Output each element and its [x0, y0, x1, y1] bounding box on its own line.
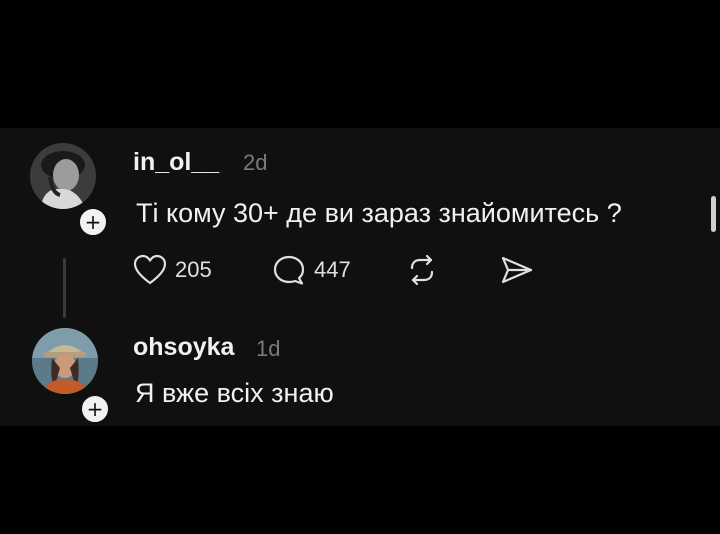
post-timestamp: 2d — [243, 150, 268, 175]
edge-icon-fragment — [711, 196, 716, 232]
avatar-photo-color — [32, 328, 98, 394]
share-button[interactable] — [499, 254, 535, 286]
avatar-photo-grayscale — [30, 143, 96, 209]
follow-plus-badge[interactable]: + — [79, 393, 111, 425]
repost-icon — [410, 254, 434, 286]
post-username[interactable]: in_ol__ — [133, 148, 219, 177]
heart-icon — [133, 254, 167, 285]
send-icon — [501, 256, 533, 284]
repost-button[interactable] — [405, 254, 439, 286]
comment-bubble-icon — [273, 255, 305, 285]
thread-connector-line — [63, 258, 66, 318]
post-text: Ті кому 30+ де ви зараз знайомитесь ? — [136, 198, 622, 228]
follow-plus-badge[interactable]: + — [77, 206, 109, 238]
screen: + in_ol__ 2d Ті кому 30+ де ви зараз зна… — [0, 0, 720, 534]
reply-timestamp: 1d — [256, 336, 281, 361]
comment-button[interactable]: 447 — [272, 254, 351, 286]
like-button[interactable]: 205 — [133, 254, 212, 286]
like-count: 205 — [175, 257, 212, 282]
avatar-in-ol[interactable] — [30, 143, 96, 209]
thread-panel — [0, 128, 720, 426]
comment-count: 447 — [314, 257, 351, 282]
reply-text: Я вже всіх знаю — [135, 378, 334, 408]
avatar-ohsoyka[interactable] — [32, 328, 98, 394]
reply-username[interactable]: ohsoyka — [133, 333, 234, 362]
